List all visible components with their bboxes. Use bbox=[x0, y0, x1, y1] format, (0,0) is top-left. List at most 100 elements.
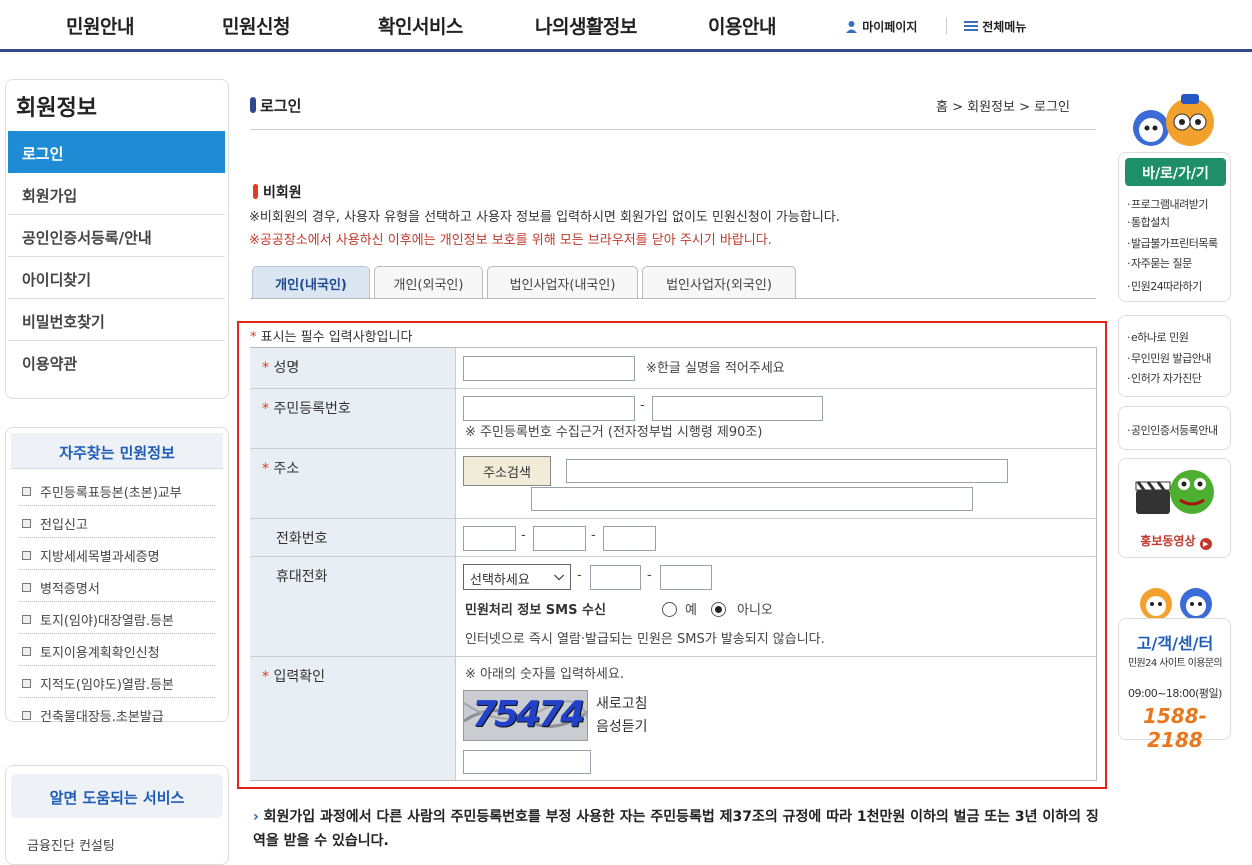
quick-link[interactable]: 발급불가프린터목록 bbox=[1127, 235, 1218, 251]
breadcrumb: 홈 > 회원정보 > 로그인 bbox=[936, 100, 1070, 115]
captcha-audio-link[interactable]: 음성듣기 bbox=[596, 716, 648, 736]
bullet-icon bbox=[22, 711, 31, 720]
quick-link[interactable]: 공인인증서등록안내 bbox=[1127, 422, 1218, 438]
quick-link[interactable]: 자주묻는 질문 bbox=[1127, 255, 1192, 271]
sidebar-item-terms[interactable]: 이용약관 bbox=[8, 341, 225, 383]
bullet-icon bbox=[22, 679, 31, 688]
quick-link[interactable]: e하나로 민원 bbox=[1127, 329, 1189, 345]
quick-link[interactable]: 인허가 자가진단 bbox=[1127, 370, 1202, 386]
captcha-refresh-link[interactable]: 새로고침 bbox=[596, 693, 648, 713]
frequent-item[interactable]: 주민등록표등본(초본)교부 bbox=[20, 474, 215, 506]
mobile-carrier-select[interactable]: 선택하세요 ⌵ bbox=[463, 564, 571, 590]
quick-link[interactable]: 민원24따라하기 bbox=[1127, 278, 1202, 294]
promo-video-text: 홍보동영상 bbox=[1140, 534, 1196, 548]
required-note: * 표시는 필수 입력사항입니다 bbox=[250, 326, 412, 345]
nav-menu-apply[interactable]: 민원신청 bbox=[222, 12, 290, 39]
chevron-down-icon: ⌵ bbox=[554, 569, 564, 584]
helpful-service-link[interactable]: 금융진단 컨설팅 bbox=[27, 835, 115, 854]
bullet-icon bbox=[22, 487, 31, 496]
address-label-text: 주소 bbox=[273, 461, 300, 477]
person-icon bbox=[846, 21, 857, 33]
guest-note-text: 비회원의 경우, 사용자 유형을 선택하고 사용자 정보를 입력하시면 회원가입… bbox=[259, 210, 840, 225]
required-mark: * bbox=[262, 360, 269, 376]
sidebar-item-join[interactable]: 회원가입 bbox=[8, 173, 225, 215]
mypage-link[interactable]: 마이페이지 bbox=[845, 18, 917, 35]
customer-center-title: 고/객/센/터 bbox=[1136, 634, 1214, 653]
frequent-item[interactable]: 건축물대장등.초본발급 bbox=[20, 698, 215, 730]
sidebar-item-login[interactable]: 로그인 bbox=[8, 131, 225, 173]
legal-warning: › 회원가입 과정에서 다른 사람의 주민등록번호를 부정 사용한 자는 주민등… bbox=[253, 805, 1103, 853]
tab-foreign-individual[interactable]: 개인(외국인) bbox=[374, 266, 483, 299]
sms-note: 인터넷으로 즉시 열람·발급되는 민원은 SMS가 발송되지 않습니다. bbox=[465, 632, 825, 647]
quick-link[interactable]: 프로그램내려받기 bbox=[1127, 196, 1208, 212]
sidebar-item-find-password[interactable]: 비밀번호찾기 bbox=[8, 299, 225, 341]
frequent-item[interactable]: 토지(임야)대장열람.등본 bbox=[20, 602, 215, 634]
row-divider bbox=[456, 518, 1097, 519]
nav-menu-lifeinfo[interactable]: 나의생활정보 bbox=[535, 12, 637, 39]
quick-link[interactable]: 통합설치 bbox=[1127, 214, 1170, 230]
frequent-item-label: 주민등록표등본(초본)교부 bbox=[40, 486, 182, 501]
quick-menu-title: 바/로/가/기 bbox=[1125, 158, 1226, 186]
nav-menu-check[interactable]: 확인서비스 bbox=[378, 12, 463, 39]
rrn-front-field[interactable] bbox=[463, 396, 635, 421]
name-label-text: 성명 bbox=[273, 360, 300, 376]
frequent-services-title: 자주찾는 민원정보 bbox=[11, 433, 223, 469]
section-title-text: 비회원 bbox=[263, 185, 302, 201]
frequent-item[interactable]: 지방세세목별과세증명 bbox=[20, 538, 215, 570]
customer-center-phone: 1588-2188 bbox=[1143, 704, 1207, 752]
captcha-input[interactable] bbox=[463, 750, 591, 774]
nav-menu-usage[interactable]: 이용안내 bbox=[708, 12, 776, 39]
sms-no-radio[interactable] bbox=[711, 602, 726, 617]
row-divider bbox=[456, 556, 1097, 557]
mobile-select-value: 선택하세요 bbox=[470, 573, 530, 588]
allmenu-link[interactable]: 전체메뉴 bbox=[964, 18, 1026, 35]
tab-foreign-corporate[interactable]: 법인사업자(외국인) bbox=[642, 266, 796, 299]
frequent-item-label: 전입신고 bbox=[40, 518, 88, 533]
customer-center-hours: 09:00~18:00(평일) bbox=[1128, 687, 1222, 700]
phone-part3-field[interactable] bbox=[603, 526, 656, 551]
frequent-item-label: 병적증명서 bbox=[40, 582, 100, 597]
address-field[interactable] bbox=[566, 459, 1008, 483]
frequent-item[interactable]: 지적도(임야도)열람.등본 bbox=[20, 666, 215, 698]
note-mark: ※ bbox=[249, 233, 260, 248]
mobile-part3-field[interactable] bbox=[660, 565, 712, 590]
captcha-label-text: 입력확인 bbox=[273, 669, 325, 685]
rrn-label: * 주민등록번호 bbox=[250, 389, 456, 449]
guest-note: ※비회원의 경우, 사용자 유형을 선택하고 사용자 정보를 입력하시면 회원가… bbox=[249, 206, 840, 225]
tab-domestic-corporate[interactable]: 법인사업자(내국인) bbox=[487, 266, 638, 299]
privacy-note-text: 공공장소에서 사용하신 이후에는 개인정보 보호를 위해 모든 브라우저를 닫아… bbox=[259, 233, 772, 248]
frequent-item-label: 토지(임야)대장열람.등본 bbox=[40, 614, 174, 629]
quick-link[interactable]: 무인민원 발급안내 bbox=[1127, 350, 1211, 366]
phone-dash: - bbox=[521, 528, 526, 543]
name-field[interactable] bbox=[463, 356, 635, 381]
frequent-item-label: 지적도(임야도)열람.등본 bbox=[40, 678, 174, 693]
row-divider bbox=[456, 656, 1097, 657]
address-detail-field[interactable] bbox=[531, 487, 973, 511]
rrn-back-field[interactable] bbox=[652, 396, 823, 421]
bullet-icon bbox=[22, 583, 31, 592]
address-search-button[interactable]: 주소검색 bbox=[463, 456, 551, 486]
sms-yes-label: 예 bbox=[685, 603, 697, 618]
tab-domestic-individual[interactable]: 개인(내국인) bbox=[252, 266, 370, 299]
phone-part2-field[interactable] bbox=[533, 526, 586, 551]
required-mark: * bbox=[250, 330, 257, 345]
top-navigation: 민원안내 민원신청 확인서비스 나의생활정보 이용안내 마이페이지 전체메뉴 bbox=[0, 0, 1252, 52]
frequent-item[interactable]: 토지이용계획확인신청 bbox=[20, 634, 215, 666]
rrn-label-text: 주민등록번호 bbox=[273, 401, 351, 417]
nav-menu-guide[interactable]: 민원안내 bbox=[66, 12, 134, 39]
sidebar-title: 회원정보 bbox=[16, 96, 97, 121]
sidebar-item-certificate[interactable]: 공인인증서등록/안내 bbox=[8, 215, 225, 257]
sms-yes-radio[interactable] bbox=[662, 602, 677, 617]
frequent-item[interactable]: 병적증명서 bbox=[20, 570, 215, 602]
row-divider bbox=[456, 388, 1097, 389]
frequent-item[interactable]: 전입신고 bbox=[20, 506, 215, 538]
sms-label: 민원처리 정보 SMS 수신 bbox=[465, 603, 606, 618]
frequent-item-label: 지방세세목별과세증명 bbox=[40, 550, 160, 565]
phone-part1-field[interactable] bbox=[463, 526, 516, 551]
phone-dash: - bbox=[591, 528, 596, 543]
required-mark: * bbox=[262, 461, 269, 477]
tab-baseline bbox=[250, 298, 1096, 299]
sidebar-item-find-id[interactable]: 아이디찾기 bbox=[8, 257, 225, 299]
bullet-icon bbox=[22, 615, 31, 624]
mobile-part2-field[interactable] bbox=[590, 565, 641, 590]
